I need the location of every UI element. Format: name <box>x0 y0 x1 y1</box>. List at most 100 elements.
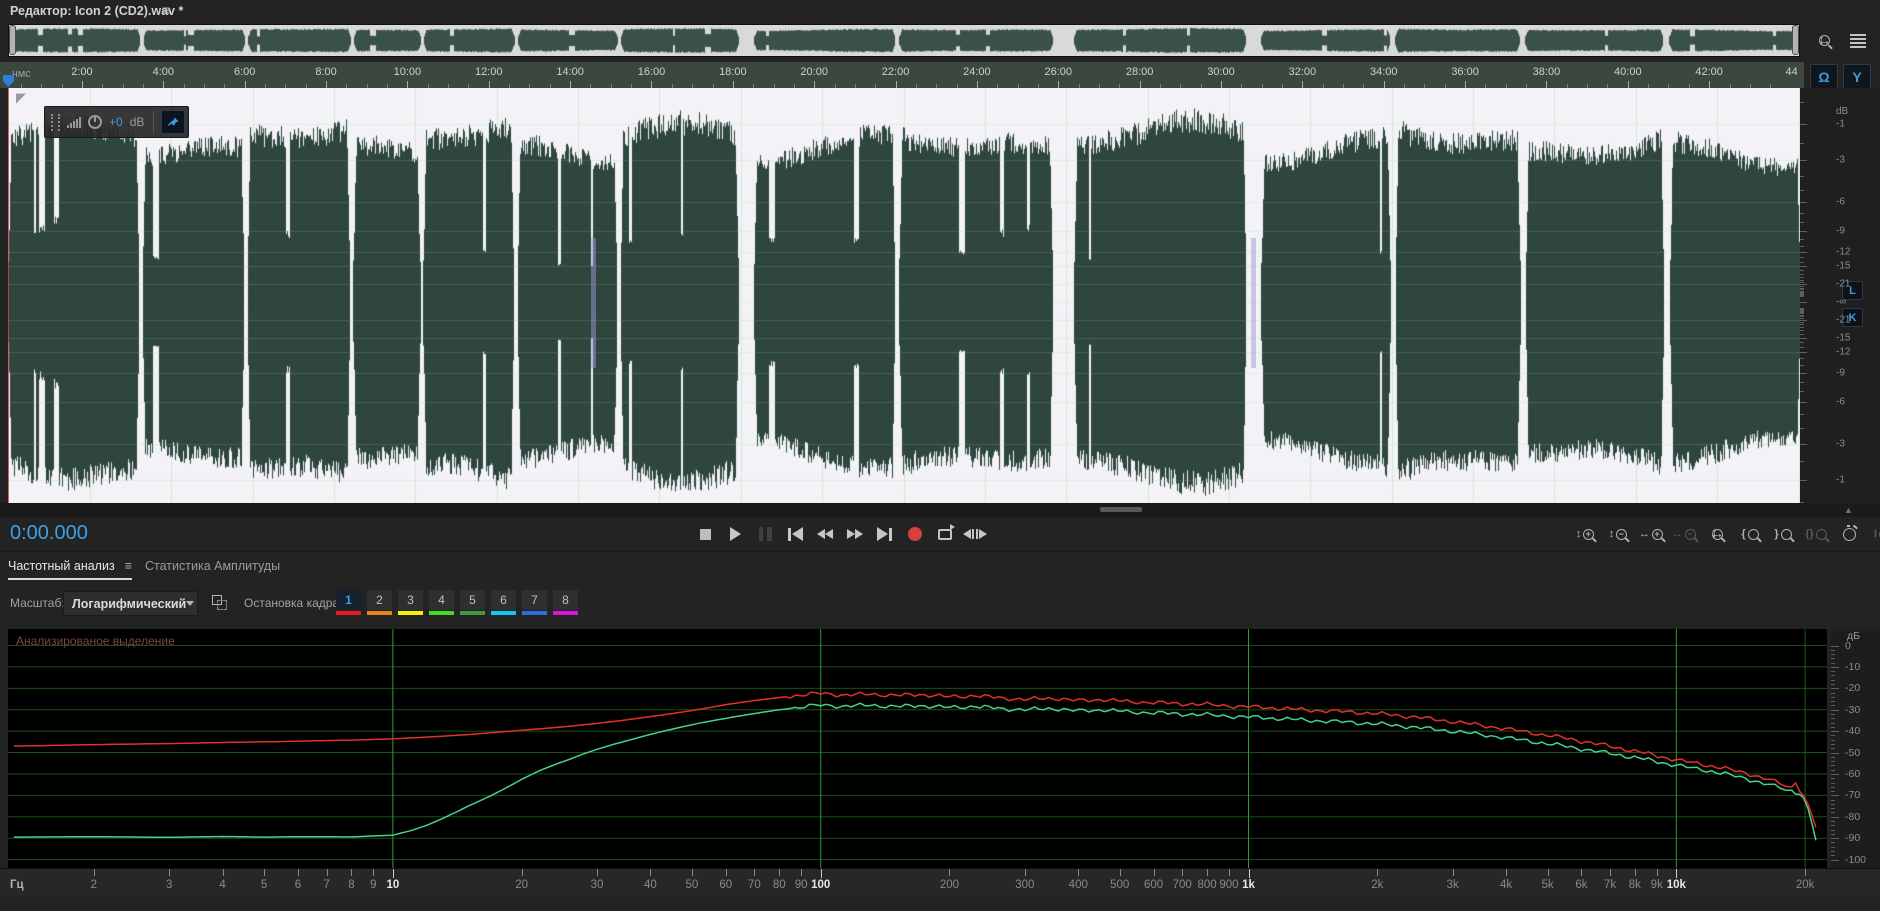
skip-selection-button[interactable] <box>962 522 988 546</box>
marker-tool-button[interactable]: Y <box>1843 64 1871 89</box>
playhead-marker[interactable] <box>3 75 14 87</box>
scroll-up-icon[interactable]: ▲ <box>1844 505 1853 515</box>
waveform-display[interactable]: ◤ +0 dB <box>8 88 1800 503</box>
zoom-in-time-button[interactable]: ↔+ <box>1638 522 1664 546</box>
loop-playback-button[interactable] <box>932 522 958 546</box>
rewind-button[interactable] <box>812 522 838 546</box>
timeline-ruler[interactable]: чмс 2:004:006:008:0010:0012:0014:0016:00… <box>0 62 1804 89</box>
freq-tick-label: 300 <box>1015 879 1034 891</box>
zoom-to-in-point-button[interactable]: { <box>1737 522 1763 546</box>
amplitude-ruler[interactable]: dB L K -1-1-3-3-6-6-9-9-12-12-15-15-21-2… <box>1800 88 1880 503</box>
freq-tick-label: 10k <box>1667 879 1686 891</box>
hold-frame-8[interactable]: 8 <box>553 590 578 615</box>
marker-stripe <box>591 238 596 368</box>
panel-menu-icon[interactable]: ≡ <box>162 2 170 18</box>
ruler-label: 26:00 <box>1045 66 1073 78</box>
ruler-label: 40:00 <box>1614 66 1642 78</box>
hold-button-1[interactable]: 1 <box>336 590 361 610</box>
ruler-label: 14:00 <box>556 66 584 78</box>
hold-button-5[interactable]: 5 <box>460 590 485 610</box>
zoom-toolbar: ↕+ ↕− ↔+ ↔− ↔↔ {} {} I+ <box>1572 522 1880 546</box>
zoom-full-button[interactable]: I+ <box>1869 522 1880 546</box>
frequency-chart[interactable]: Анализированое выделение <box>8 629 1827 868</box>
hold-frame-2[interactable]: 2 <box>367 590 392 615</box>
scale-select[interactable]: Логарифмический <box>63 591 198 616</box>
go-to-end-button[interactable] <box>872 522 898 546</box>
overview-left-handle[interactable] <box>9 25 16 55</box>
ruler-label: 4:00 <box>153 66 174 78</box>
freq-tick-label: 4k <box>1500 879 1512 891</box>
hold-frame-6[interactable]: 6 <box>491 590 516 615</box>
zoom-navigate-button[interactable]: ↔↔ <box>1704 522 1730 546</box>
zoom-navigate-icon[interactable]: ↔↔ <box>1812 29 1836 53</box>
ruler-label: 32:00 <box>1289 66 1317 78</box>
list-menu-icon[interactable] <box>1846 29 1870 53</box>
hold-frame-3[interactable]: 3 <box>398 590 423 615</box>
snap-toggle-button[interactable]: Ω <box>1810 64 1838 89</box>
freq-tick-label: 900 <box>1219 879 1238 891</box>
hold-button-2[interactable]: 2 <box>367 590 392 610</box>
chevron-down-icon <box>186 601 194 606</box>
ruler-label: 12:00 <box>475 66 503 78</box>
play-button[interactable] <box>722 522 748 546</box>
freq-tick-label: 6 <box>295 879 301 891</box>
freq-tick-label: 3 <box>166 879 172 891</box>
transport-bar: 0:00.000 ↕+ ↕− ↔+ ↔− ↔↔ {} {} I+ <box>0 517 1880 551</box>
zoom-in-amplitude-button[interactable]: ↕+ <box>1572 522 1598 546</box>
ruler-label: 20:00 <box>800 66 828 78</box>
hold-frame-1[interactable]: 1 <box>336 590 361 615</box>
waveform-canvas[interactable] <box>8 88 1800 503</box>
ruler-label: 16:00 <box>638 66 666 78</box>
zoom-reset-button[interactable] <box>1836 522 1862 546</box>
hold-color-bar <box>367 611 392 615</box>
zoom-to-out-point-button[interactable]: } <box>1770 522 1796 546</box>
time-display[interactable]: 0:00.000 <box>10 522 88 545</box>
gain-hud[interactable]: +0 dB <box>44 106 189 138</box>
zoom-out-time-button[interactable]: ↔− <box>1671 522 1697 546</box>
overview-waveform[interactable] <box>9 25 1799 56</box>
chart-db-ruler[interactable]: дБ 0-10-20-30-40-50-60-70-80-90-100 <box>1831 629 1880 868</box>
hold-frame-5[interactable]: 5 <box>460 590 485 615</box>
stop-button[interactable] <box>692 522 718 546</box>
horizontal-scrollbar[interactable]: ▲ <box>0 503 1880 517</box>
hud-divider <box>153 111 154 133</box>
timeline-unit: чмс <box>12 68 31 80</box>
gain-value[interactable]: +0 <box>109 115 123 129</box>
gain-knob-icon[interactable] <box>88 115 102 129</box>
ruler-label: 30:00 <box>1207 66 1235 78</box>
ruler-toolbar: Ω Y <box>1806 64 1880 88</box>
fast-forward-button[interactable] <box>842 522 868 546</box>
hold-frame-7[interactable]: 7 <box>522 590 547 615</box>
hold-button-6[interactable]: 6 <box>491 590 516 610</box>
go-to-start-button[interactable] <box>782 522 808 546</box>
copy-icon[interactable] <box>212 595 227 610</box>
hold-button-7[interactable]: 7 <box>522 590 547 610</box>
tab-frequency-analysis[interactable]: Частотный анализ ≡ <box>8 559 132 580</box>
analysis-tabs: Частотный анализ ≡ Статистика Амплитуды <box>0 551 1880 586</box>
freq-tick-label: 3k <box>1447 879 1459 891</box>
overview-right-handle[interactable] <box>1792 25 1799 55</box>
amplitude-unit: dB <box>1836 106 1848 117</box>
hold-frame-4[interactable]: 4 <box>429 590 454 615</box>
collapse-triangle-icon[interactable]: ◤ <box>16 90 26 106</box>
hud-grip-icon[interactable] <box>51 114 60 131</box>
hold-color-bar <box>491 611 516 615</box>
pin-button[interactable] <box>161 110 185 134</box>
tab-amplitude-statistics[interactable]: Статистика Амплитуды <box>145 559 280 573</box>
scrollbar-thumb[interactable] <box>1100 507 1142 512</box>
hold-button-4[interactable]: 4 <box>429 590 454 610</box>
ruler-label: 36:00 <box>1451 66 1479 78</box>
tab-menu-icon[interactable]: ≡ <box>125 559 132 573</box>
record-button[interactable] <box>902 522 928 546</box>
freq-tick-label: 2 <box>91 879 97 891</box>
freq-tick-label: 9 <box>370 879 376 891</box>
hold-button-8[interactable]: 8 <box>553 590 578 610</box>
ruler-label: 24:00 <box>963 66 991 78</box>
hold-button-3[interactable]: 3 <box>398 590 423 610</box>
freq-tick-label: 4 <box>219 879 225 891</box>
pause-button[interactable] <box>752 522 778 546</box>
overview-strip[interactable] <box>8 24 1800 57</box>
zoom-out-amplitude-button[interactable]: ↕− <box>1605 522 1631 546</box>
zoom-to-selection-button[interactable]: {} <box>1803 522 1829 546</box>
ruler-label: 6:00 <box>234 66 255 78</box>
